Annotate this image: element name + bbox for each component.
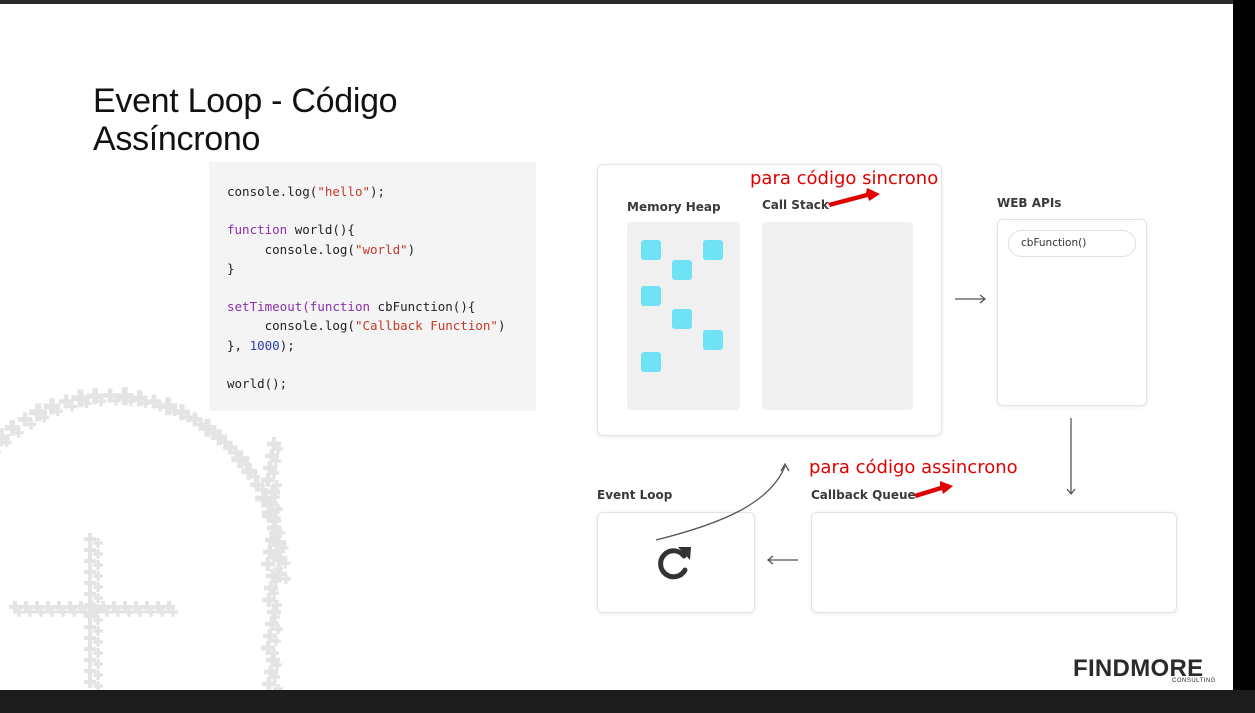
arrow-right-icon <box>955 294 987 304</box>
diagram-arrows <box>655 188 1076 580</box>
window-bottom-edge <box>0 690 1255 713</box>
red-pointer-arrow-icon <box>828 188 880 207</box>
red-pointer-arrow-icon <box>914 481 953 498</box>
window-right-edge <box>1233 0 1255 713</box>
presentation-slide: Event Loop - Código Assíncrono console.l… <box>0 4 1233 690</box>
arrow-left-icon <box>766 555 798 565</box>
refresh-icon <box>658 548 688 580</box>
arrow-down-icon <box>1066 418 1076 496</box>
curved-arrow-icon <box>655 462 790 541</box>
findmore-logo-sub: CONSULTING <box>1172 678 1216 684</box>
